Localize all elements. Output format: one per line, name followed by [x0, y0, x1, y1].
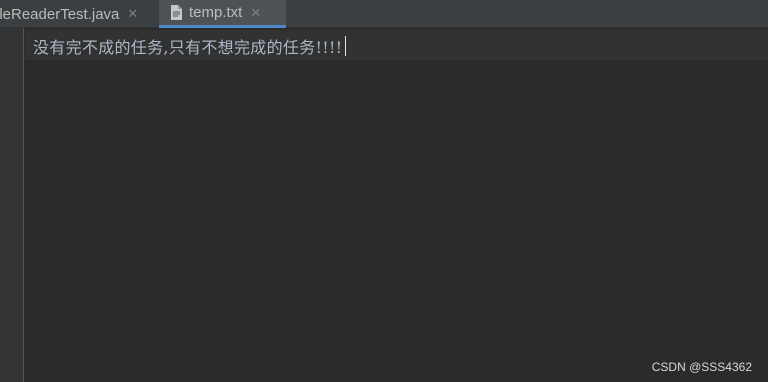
tab-label: ileReaderTest.java [0, 5, 120, 23]
editor-line[interactable]: 没有完不成的任务,只有不想完成的任务!!!! [33, 34, 347, 58]
watermark: CSDN @SSS4362 [651, 360, 752, 374]
tab-label: temp.txt [189, 4, 243, 21]
text-editor[interactable]: 没有完不成的任务,只有不想完成的任务!!!! [0, 28, 768, 382]
editor-tab-bar: ileReaderTest.java ✕ temp.txt ✕ [0, 0, 768, 28]
tab-temp-txt[interactable]: temp.txt ✕ [159, 0, 286, 28]
close-icon[interactable]: ✕ [127, 6, 138, 22]
tab-file-reader-test[interactable]: ileReaderTest.java ✕ [0, 0, 154, 28]
editor-line-text: 没有完不成的任务,只有不想完成的任务!!!! [33, 38, 343, 57]
close-icon[interactable]: ✕ [250, 5, 261, 21]
text-caret [345, 36, 347, 56]
line-gutter [0, 28, 24, 382]
text-file-icon [171, 5, 182, 20]
